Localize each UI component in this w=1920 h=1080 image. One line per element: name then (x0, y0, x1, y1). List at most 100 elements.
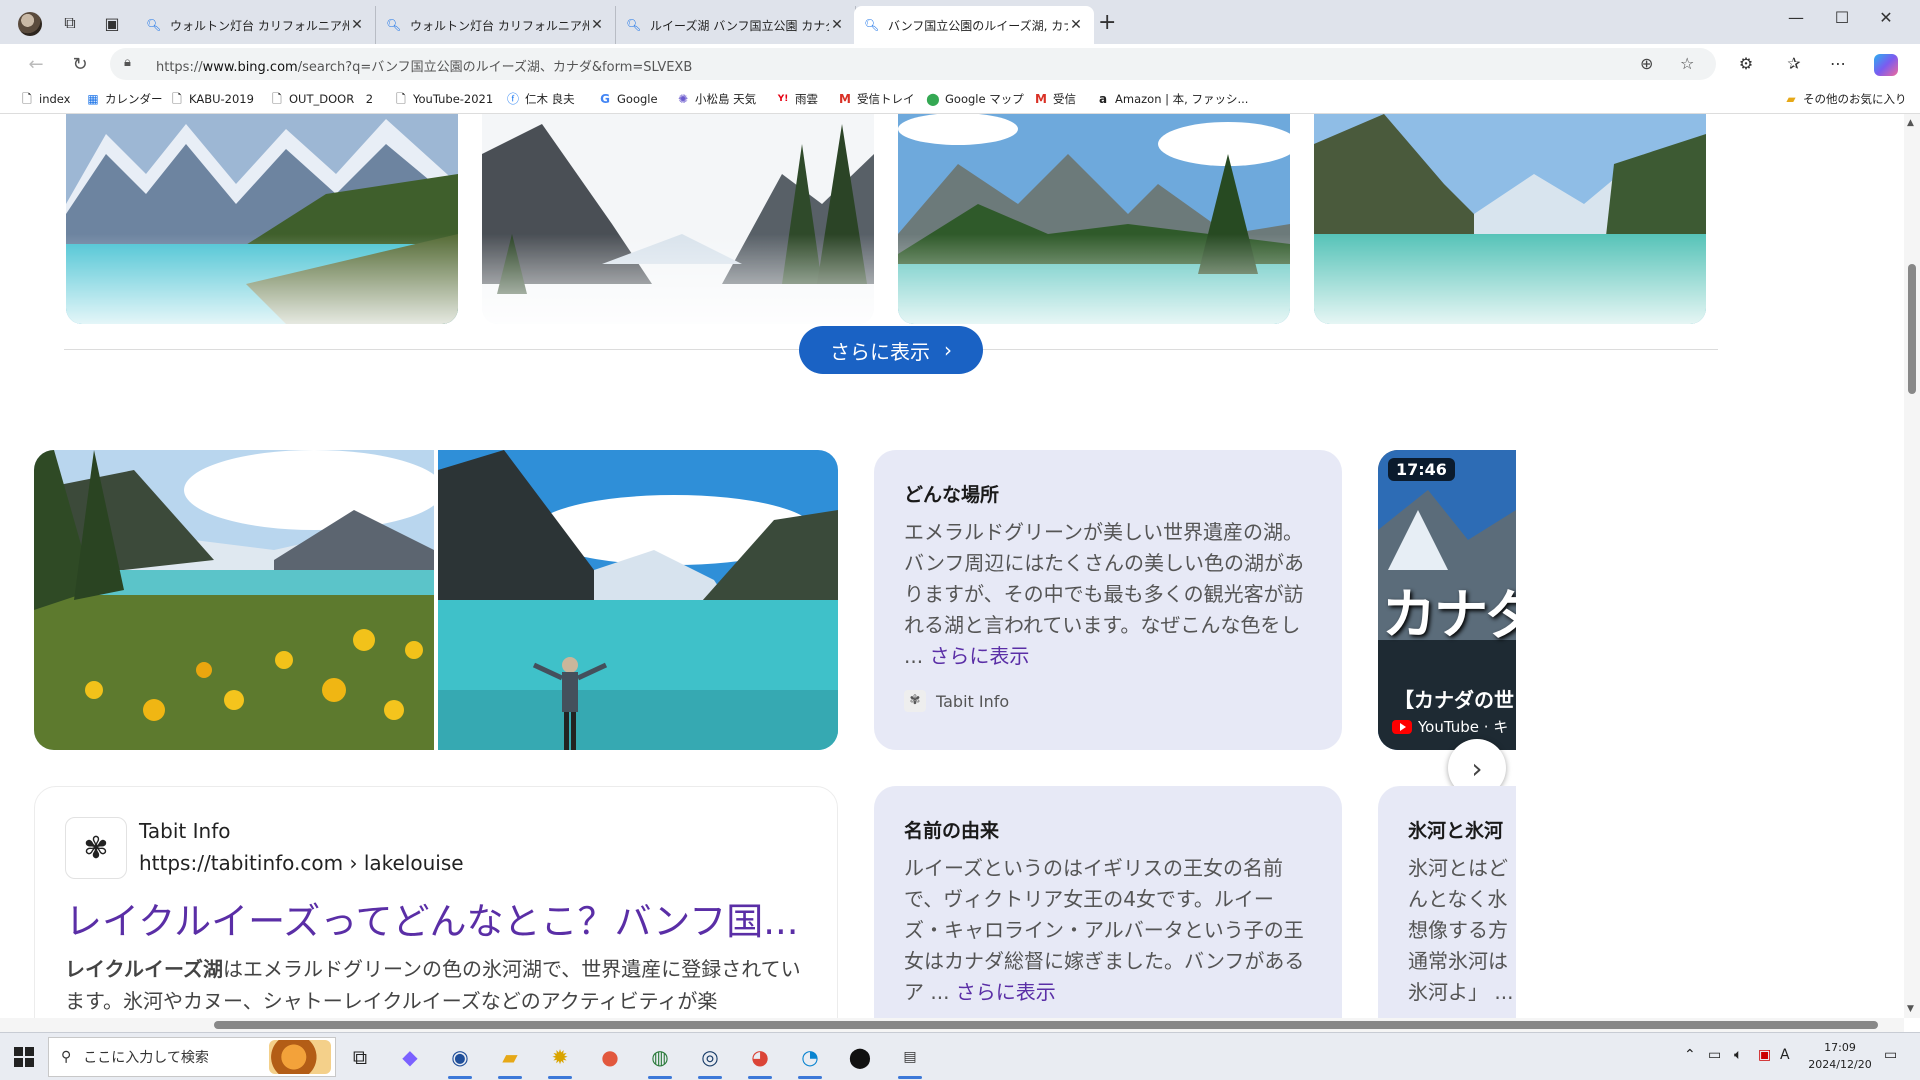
page-icon: 🗋 (22, 92, 32, 106)
tab-walton-2[interactable]: 🔍︎ ウォルトン灯台 カリフォルニア州 - 検索 ✕ (376, 6, 616, 44)
image-result-1[interactable] (66, 114, 458, 324)
result-title-link[interactable]: レイクルイーズってどんなとこ？バンフ国... (65, 891, 798, 945)
info-card-body: ルイーズというのはイギリスの王女の名前で、ヴィクトリア女王の4女です。ルイーズ・… (904, 856, 1305, 1004)
horizontal-scroll-thumb[interactable] (214, 1021, 1878, 1029)
app-icon[interactable]: ◉ (444, 1041, 476, 1079)
tab-lake-louise[interactable]: 🔍︎ ルイーズ湖 バンフ国立公園 カナダ - 検索 ✕ (616, 6, 856, 44)
scroll-up-icon[interactable]: ▲ (1907, 118, 1914, 128)
maximize-button[interactable]: ☐ (1822, 8, 1862, 36)
more-menu-icon[interactable]: ⋯ (1826, 54, 1850, 76)
info-card-line: 氷河とはど (1408, 856, 1508, 880)
vertical-scroll-thumb[interactable] (1908, 264, 1916, 394)
volume-icon[interactable]: 🔈︎ (1734, 1047, 1742, 1063)
bookmark-maps[interactable]: ⬤ Google マップ (926, 90, 1023, 108)
lake-photos (34, 450, 838, 750)
start-button[interactable] (14, 1047, 34, 1067)
info-card-title: 氷河と氷河 (1408, 820, 1504, 842)
audio-app-icon[interactable]: ⬤ (844, 1041, 876, 1073)
bookmark-calendar[interactable]: ▦ カレンダー (86, 90, 162, 108)
tray-chevron-icon[interactable]: ⌃ (1684, 1047, 1696, 1063)
notification-icon[interactable]: ▭ (1884, 1047, 1897, 1063)
extensions-icon[interactable]: ⚙ (1734, 54, 1758, 76)
favorites-icon[interactable]: ✰ (1782, 54, 1806, 76)
info-card-what-place[interactable]: どんな場所 エメラルドグリーンが美しい世界遺産の湖。バンフ周辺にはたくさんの美し… (874, 450, 1342, 750)
result-site-url[interactable]: https://tabitinfo.com › lakelouise (139, 851, 464, 875)
address-bar[interactable]: 🔒︎ https://www.bing.com/search?q=バンフ国立公園… (110, 48, 1716, 80)
file-explorer-icon[interactable]: ▰ (494, 1041, 526, 1079)
close-icon[interactable]: ✕ (1068, 17, 1084, 33)
edge-icon[interactable]: ◔ (794, 1041, 826, 1079)
globe-app-icon[interactable]: ◍ (644, 1041, 676, 1079)
video-title: 【カナダの世 (1394, 688, 1514, 712)
video-card[interactable]: 17:46 カナダ 【カナダの世 YouTube · キ (1378, 450, 1516, 750)
chrome-icon[interactable]: ◕ (744, 1041, 776, 1079)
info-card-line: んとなく水 (1408, 887, 1508, 911)
sunflower-app-icon[interactable]: ✹ (544, 1041, 576, 1079)
calculator-icon[interactable]: ▤ (894, 1041, 926, 1079)
bookmark-facebook[interactable]: ⓕ 仁木 良夫 (506, 90, 575, 108)
page-icon: 🗋 (172, 92, 182, 106)
zoom-icon[interactable]: ⊕ (1640, 54, 1653, 73)
video-source: YouTube · キ (1392, 716, 1508, 737)
bookmarks-bar: 🗋 index ▦ カレンダー 🗋 KABU-2019 🗋 OUT_DOOR 2 🗋 Yo… (0, 84, 1920, 114)
back-button[interactable]: ← (22, 50, 50, 78)
lock-icon: 🔒︎ (124, 55, 131, 70)
address-url[interactable]: https://www.bing.com/search?q=バンフ国立公園のルイ… (156, 56, 692, 75)
profile-avatar[interactable] (18, 12, 42, 36)
tab-walton-1[interactable]: 🔍︎ ウォルトン灯台 カリフォルニア州 - 検索 ✕ (136, 6, 376, 44)
copilot-icon[interactable] (1874, 54, 1898, 76)
page-icon: 🗋 (272, 92, 282, 106)
scroll-down-icon[interactable]: ▼ (1907, 1004, 1914, 1014)
info-card-line: 通常氷河は (1408, 949, 1508, 973)
close-window-button[interactable]: ✕ (1866, 8, 1906, 36)
taskbar-clock[interactable]: 17:09 2024/12/20 (1808, 1039, 1872, 1073)
firefox-icon[interactable]: ● (594, 1041, 626, 1073)
copilot-taskbar-icon[interactable]: ◆ (394, 1041, 426, 1073)
task-view-icon[interactable]: ⧉ (344, 1041, 376, 1073)
bookmark-outdoor[interactable]: 🗋 OUT_DOOR 2 (270, 90, 373, 108)
close-icon[interactable]: ✕ (829, 17, 845, 33)
bookmark-index[interactable]: 🗋 index (20, 90, 70, 108)
show-more-link[interactable]: さらに表示 (929, 644, 1029, 668)
close-icon[interactable]: ✕ (589, 17, 605, 33)
bookmark-google[interactable]: G Google (598, 90, 658, 108)
show-more-images-button[interactable]: さらに表示 › (799, 326, 983, 374)
ime-icon[interactable]: ▣ (1758, 1047, 1771, 1063)
taskbar: ⚲ ここに入力して検索 ⧉ ◆ ◉ ▰ ✹ ● ◍ ◎ ◕ ◔ ⬤ ▤ ⌃ ▭ … (0, 1032, 1920, 1080)
weather-icon: ✺ (677, 92, 689, 106)
refresh-button[interactable]: ↻ (66, 50, 94, 78)
yahoo-icon: Y! (777, 94, 789, 104)
bookmark-amazon[interactable]: a Amazon | 本, ファッシ... (1096, 90, 1249, 108)
tab-actions-icon[interactable]: ▣ (98, 10, 126, 36)
info-card-source[interactable]: ✾ Tabit Info (904, 690, 1312, 712)
search-highlight-icon (269, 1040, 331, 1074)
ime-mode[interactable]: A (1780, 1047, 1790, 1063)
earth-app-icon[interactable]: ◎ (694, 1041, 726, 1079)
tab-banff-active[interactable]: 🔍︎ バンフ国立公園のルイーズ湖, カナダ - 検索 ✕ (854, 6, 1094, 44)
minimize-button[interactable]: — (1776, 8, 1816, 36)
bookmark-youtube2021[interactable]: 🗋 YouTube-2021 (394, 90, 493, 108)
close-icon[interactable]: ✕ (349, 17, 365, 33)
lake-louise-photo-collage[interactable] (34, 450, 838, 750)
horizontal-scrollbar[interactable] (0, 1018, 1904, 1032)
facebook-icon: ⓕ (506, 92, 519, 106)
bookmark-rain[interactable]: Y! 雨雲 (776, 90, 818, 108)
new-tab-button[interactable]: + (1098, 10, 1116, 35)
info-card-name-origin[interactable]: 名前の由来 ルイーズというのはイギリスの王女の名前で、ヴィクトリア女王の4女です… (874, 786, 1342, 1032)
show-more-link[interactable]: さらに表示 (956, 980, 1056, 1004)
bookmark-weather[interactable]: ✺ 小松島 天気 (676, 90, 756, 108)
network-icon[interactable]: ▭ (1708, 1047, 1721, 1063)
workspaces-icon[interactable]: ⧉ (56, 10, 84, 36)
bookmark-kabu[interactable]: 🗋 KABU-2019 (170, 90, 254, 108)
vertical-scrollbar[interactable]: ▲ ▼ (1904, 114, 1920, 1018)
image-result-3[interactable] (898, 114, 1290, 324)
result-snippet: レイクルイーズ湖はエメラルドグリーンの色の氷河湖で、世界遺産に登録されています。… (65, 957, 801, 1013)
bookmark-inbox[interactable]: M 受信トレイ (838, 90, 914, 108)
bookmark-received[interactable]: M 受信 (1034, 90, 1076, 108)
image-result-4[interactable] (1314, 114, 1706, 324)
info-card-glacier[interactable]: 氷河と氷河 氷河とはど んとなく水 想像する方 通常氷河は 氷河よ」 ... (1378, 786, 1516, 1032)
bookmark-other-favorites[interactable]: ▰ その他のお気に入り (1784, 90, 1906, 108)
favorite-star-icon[interactable]: ☆ (1680, 54, 1694, 73)
image-result-2[interactable] (482, 114, 874, 324)
taskbar-search[interactable]: ⚲ ここに入力して検索 (48, 1037, 336, 1077)
